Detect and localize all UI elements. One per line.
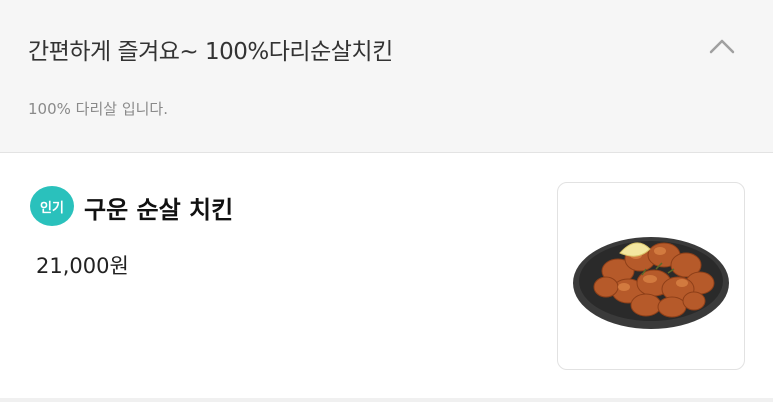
menu-item-price: 21,000원 [36,254,129,278]
menu-section-header[interactable]: 간편하게 즐겨요~ 100%다리순살치킨 100% 다리살 입니다. [0,0,773,153]
chevron-up-icon [709,39,735,54]
section-description: 100% 다리살 입니다. [28,100,168,118]
popular-badge: 인기 [30,186,74,226]
menu-item-image[interactable] [557,182,745,370]
collapse-button[interactable] [700,28,744,64]
menu-item-name: 구운 순살 치킨 [84,196,234,224]
chicken-photo-icon [573,237,729,329]
section-title: 간편하게 즐겨요~ 100%다리순살치킨 [28,39,393,65]
divider [0,398,773,402]
